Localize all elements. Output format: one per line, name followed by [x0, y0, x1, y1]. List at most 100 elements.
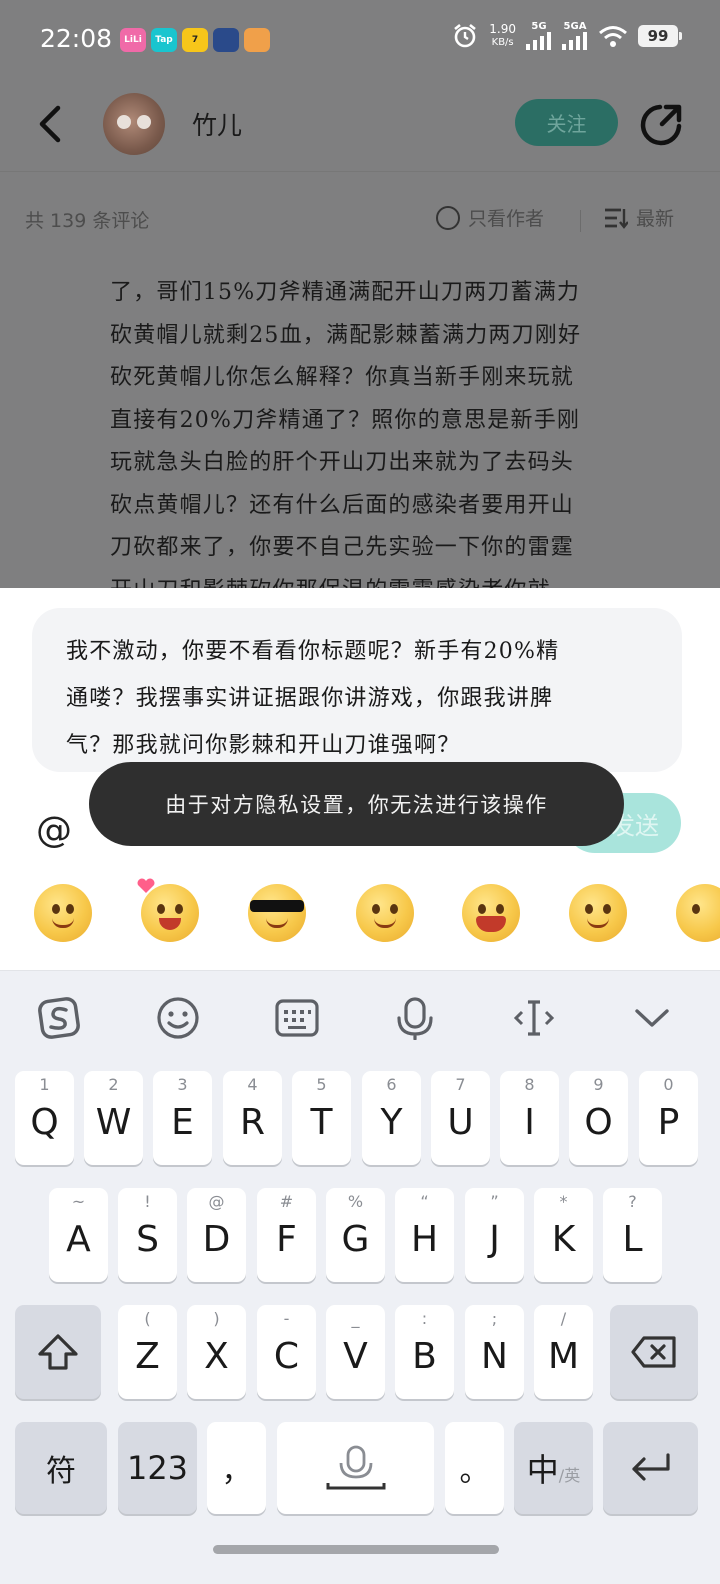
comma-key[interactable]: ， — [207, 1422, 266, 1514]
key-z[interactable]: (Z — [118, 1305, 177, 1399]
emoji-eye — [66, 904, 74, 914]
backspace-key[interactable] — [610, 1305, 698, 1399]
key-sub-label: - — [283, 1309, 290, 1328]
status-app-icons: LiLi Tap 7 — [120, 28, 270, 52]
language-switch-key[interactable]: 中/英 — [514, 1422, 593, 1514]
key-k[interactable]: * K — [534, 1188, 593, 1282]
key-e[interactable]: 3E — [153, 1071, 212, 1165]
emoji-blush-icon[interactable] — [356, 884, 414, 942]
key-label: D — [202, 1218, 231, 1260]
key-p[interactable]: 0P — [639, 1071, 698, 1165]
comment-line: 砍点黄帽儿？还有什么后面的感染者要用开山 — [110, 492, 575, 518]
reply-input[interactable]: 我不激动，你要不看看你标题呢？新手有20%精 通喽？我摆事实讲证据跟你讲游戏，你… — [32, 608, 682, 772]
sort-list-icon — [605, 208, 628, 229]
keyboard-toolbar — [0, 971, 720, 1067]
home-indicator[interactable] — [213, 1545, 499, 1554]
sort-latest-button[interactable]: 最新 — [604, 204, 674, 231]
voice-input-icon[interactable] — [390, 993, 440, 1043]
enter-arrow-icon — [631, 1453, 670, 1481]
key-label: ， — [221, 1454, 252, 1489]
key-v[interactable]: _ V — [326, 1305, 385, 1399]
key-r[interactable]: 4R — [223, 1071, 282, 1165]
key-sub-label: : — [421, 1309, 428, 1328]
key-w[interactable]: 2W — [84, 1071, 143, 1165]
emoji-eye — [175, 904, 183, 914]
enter-key[interactable] — [603, 1422, 698, 1514]
key-a[interactable]: ~ A — [49, 1188, 108, 1282]
numbers-key[interactable]: 123 — [118, 1422, 197, 1514]
key-sub-label: 0 — [663, 1075, 674, 1094]
share-icon[interactable] — [638, 102, 684, 148]
emoji-eye — [496, 904, 504, 914]
page-header: 竹儿 关注 — [0, 86, 720, 172]
key-m[interactable]: / M — [534, 1305, 593, 1399]
key-d[interactable]: @ D — [187, 1188, 246, 1282]
key-h[interactable]: “H — [395, 1188, 454, 1282]
key-b[interactable]: :B — [395, 1305, 454, 1399]
key-y[interactable]: 6Y — [362, 1071, 421, 1165]
comment-line: 直接有20%刀斧精通了？照你的意思是新手刚 — [110, 407, 581, 433]
key-t[interactable]: 5T — [292, 1071, 351, 1165]
key-x[interactable]: ) X — [187, 1305, 246, 1399]
emoji-smile-icon[interactable] — [34, 884, 92, 942]
symbols-key[interactable]: 符 — [15, 1422, 107, 1514]
username[interactable]: 竹儿 — [192, 106, 242, 142]
key-g[interactable]: % G — [326, 1188, 385, 1282]
key-label: M — [547, 1335, 580, 1377]
key-sub-label: ” — [490, 1192, 499, 1211]
emoji-drool-icon[interactable] — [569, 884, 627, 942]
comment-line: 玩就急头白脸的肝个开山刀出来就为了去码头 — [110, 450, 575, 475]
mention-at-icon[interactable]: @ — [36, 810, 72, 851]
cursor-move-icon[interactable] — [509, 993, 559, 1043]
key-label: 中 — [526, 1451, 559, 1489]
emoji-peek-icon[interactable] — [676, 884, 720, 942]
battery-indicator: 99 — [638, 25, 682, 47]
key-sub-label: / — [560, 1309, 567, 1328]
emoji-grin-icon[interactable] — [462, 884, 520, 942]
emoji-eye — [478, 904, 486, 914]
key-l[interactable]: ? L — [603, 1188, 662, 1282]
emoji-eye — [52, 904, 60, 914]
emoji-love-icon[interactable] — [137, 878, 199, 942]
collapse-keyboard-icon[interactable] — [627, 993, 677, 1043]
comment-line: 刀砍都来了，你要不自己先实验一下你的雷霆 — [110, 535, 575, 560]
key-sub-label: ( — [144, 1309, 151, 1328]
follow-button[interactable]: 关注 — [515, 99, 618, 146]
key-j[interactable]: ” J — [465, 1188, 524, 1282]
key-u[interactable]: 7U — [431, 1071, 490, 1165]
key-label: G — [341, 1218, 370, 1260]
avatar[interactable] — [103, 93, 165, 155]
key-n[interactable]: ; N — [465, 1305, 524, 1399]
key-sub-label: # — [279, 1192, 294, 1211]
key-i[interactable]: 8I — [500, 1071, 559, 1165]
key-c[interactable]: -C — [257, 1305, 316, 1399]
back-arrow-icon[interactable] — [34, 104, 70, 144]
emoji-panel-icon[interactable] — [153, 993, 203, 1043]
key-o[interactable]: 9O — [569, 1071, 628, 1165]
sogou-logo-icon[interactable] — [34, 993, 84, 1043]
emoji-sunglasses-icon[interactable] — [248, 884, 306, 942]
emoji-mouth — [587, 918, 609, 928]
key-label: T — [310, 1101, 333, 1143]
key-s[interactable]: ! S — [118, 1188, 177, 1282]
key-f[interactable]: # F — [257, 1188, 316, 1282]
signal-5g: 5G — [526, 22, 552, 50]
key-label: Q — [30, 1101, 59, 1143]
key-sub-label: 9 — [593, 1075, 604, 1094]
key-label: O — [584, 1101, 613, 1143]
period-key[interactable]: 。 — [445, 1422, 504, 1514]
app-notification-icon: LiLi — [120, 28, 146, 52]
signal-bars-icon — [562, 32, 587, 50]
key-label: H — [410, 1218, 439, 1260]
emoji-eye — [372, 904, 380, 914]
key-sub-label: “ — [420, 1192, 429, 1211]
space-key[interactable] — [277, 1422, 434, 1514]
key-q[interactable]: 1Q — [15, 1071, 74, 1165]
shift-key[interactable] — [15, 1305, 101, 1399]
key-label: C — [273, 1335, 300, 1377]
only-author-toggle[interactable]: 只看作者 — [436, 204, 544, 231]
reply-line: 通喽？我摆事实讲证据跟你讲游戏，你跟我讲脾 — [66, 686, 554, 711]
emoji-eye — [157, 904, 165, 914]
keyboard-layout-icon[interactable] — [272, 993, 322, 1043]
key-label: I — [524, 1101, 535, 1143]
